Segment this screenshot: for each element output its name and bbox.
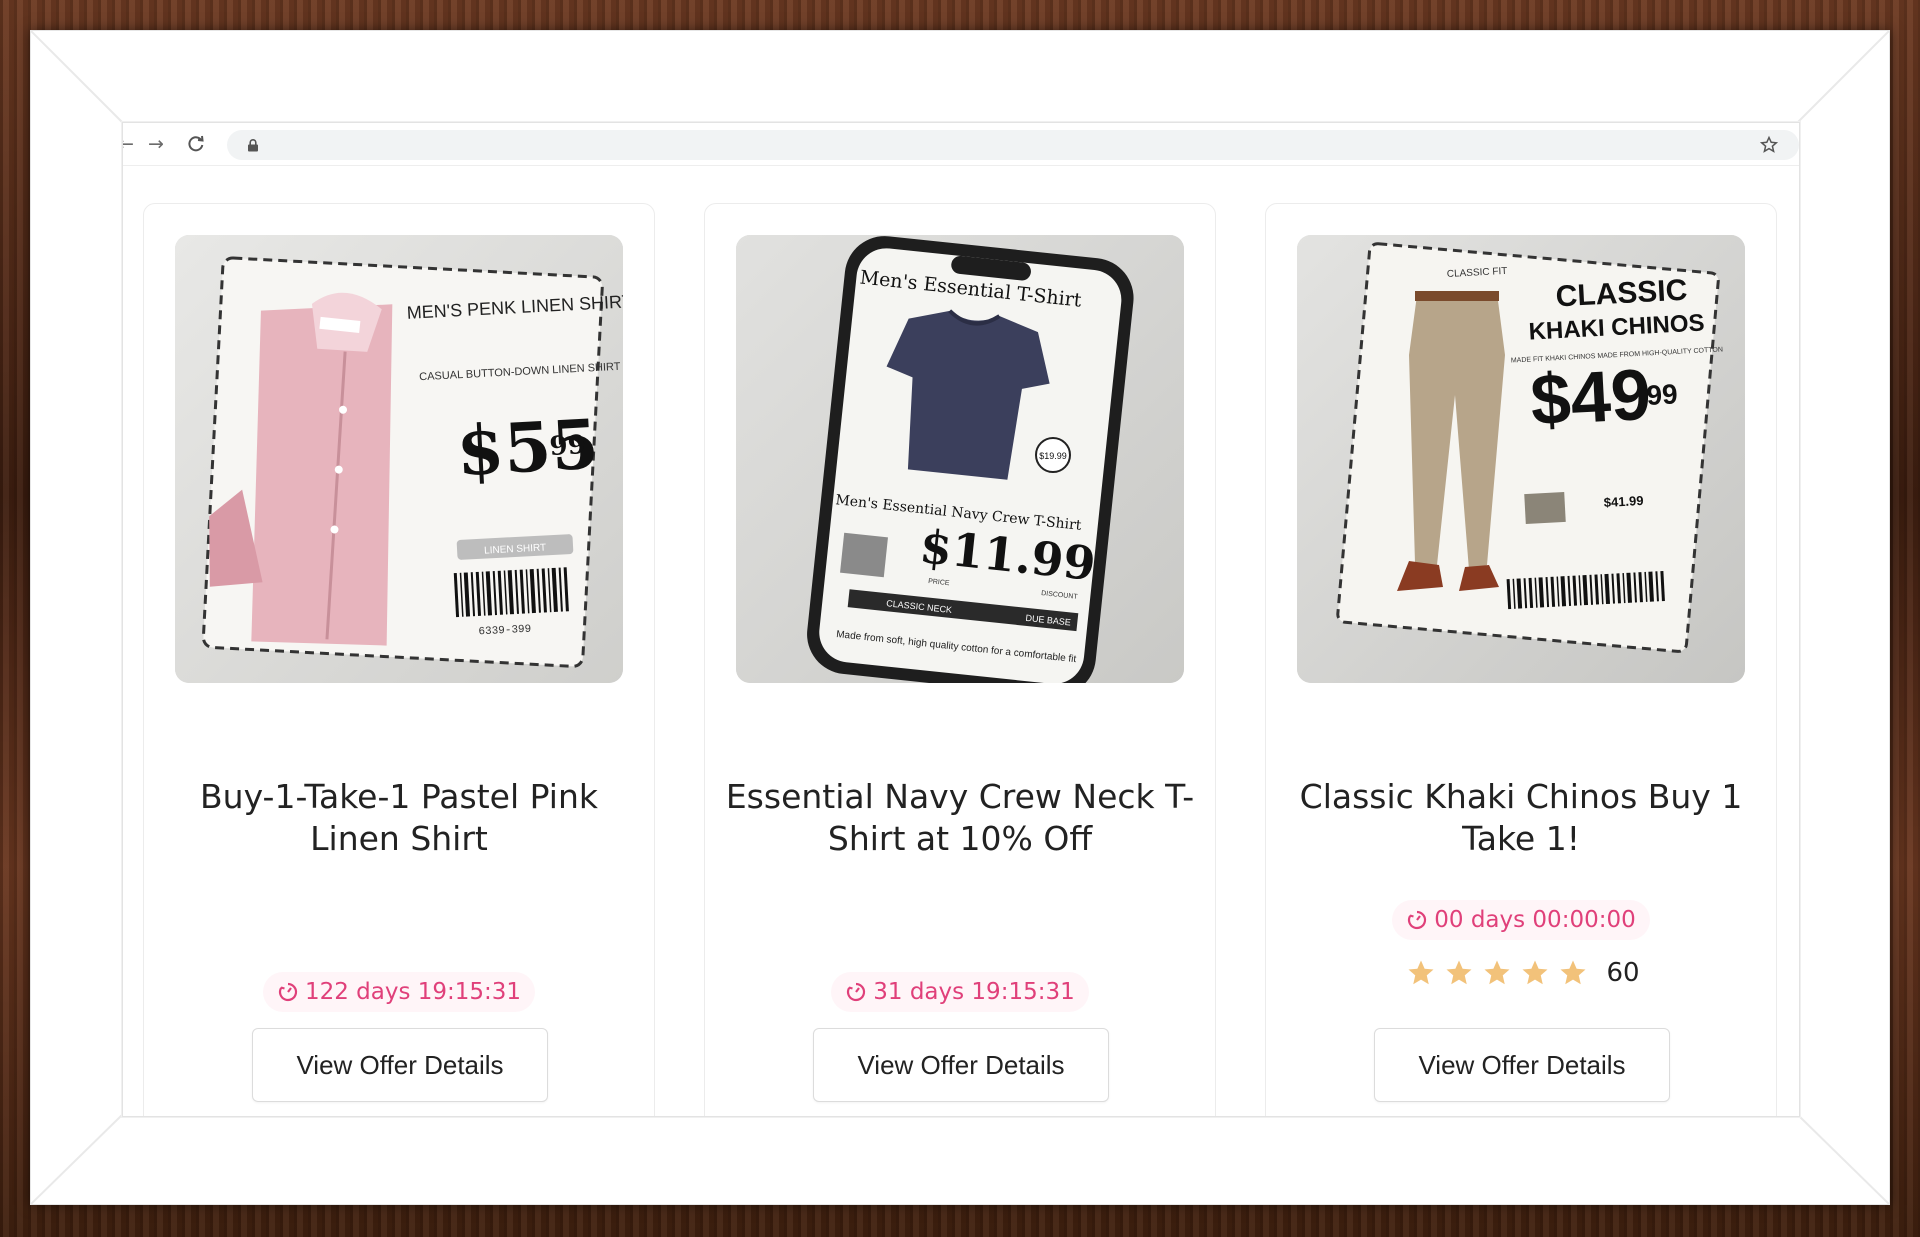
star-rating: 60 (1266, 952, 1776, 992)
timer-icon (278, 982, 297, 1002)
star-icon (1560, 960, 1586, 984)
countdown-timer: 31 days 19:15:31 (705, 972, 1215, 1012)
image-price-cents: 99 (549, 430, 587, 462)
timer-text: 00 days 00:00:00 (1434, 907, 1636, 933)
timer-icon (847, 982, 866, 1002)
offer-image: MEN'S PENK LINEN SHIRT CASUAL BUTTON-DOW… (175, 235, 623, 683)
forward-icon[interactable]: → (143, 131, 169, 157)
offer-title: Essential Navy Crew Neck T-Shirt at 10% … (725, 777, 1195, 858)
view-offer-details-button[interactable]: View Offer Details (813, 1028, 1109, 1102)
bookmark-star-icon[interactable] (1759, 135, 1779, 155)
star-icon (1522, 960, 1548, 984)
offers-grid: MEN'S PENK LINEN SHIRT CASUAL BUTTON-DOW… (123, 165, 1799, 1116)
image-heading-1: CLASSIC (1555, 274, 1688, 314)
view-offer-details-button[interactable]: View Offer Details (1374, 1028, 1670, 1102)
stars-container (1402, 960, 1592, 984)
star-icon (1408, 960, 1434, 984)
offer-card: Men's Essential T-Shirt $19.99 Men's Ess… (704, 203, 1216, 1116)
timer-icon (1408, 910, 1427, 930)
image-badge: $19.99 (1039, 451, 1067, 461)
image-small-price: $41.99 (1603, 493, 1643, 510)
countdown-timer: 00 days 00:00:00 (1266, 900, 1776, 940)
offer-card: MEN'S PENK LINEN SHIRT CASUAL BUTTON-DOW… (143, 203, 655, 1116)
timer-text: 31 days 19:15:31 (873, 979, 1075, 1005)
reload-icon[interactable] (183, 131, 209, 157)
back-icon[interactable]: ← (123, 131, 139, 157)
image-price: $49 (1529, 355, 1653, 441)
address-bar[interactable] (227, 130, 1799, 160)
star-icon (1484, 960, 1510, 984)
view-offer-details-button[interactable]: View Offer Details (252, 1028, 548, 1102)
rating-count: 60 (1606, 957, 1640, 988)
offer-card: CLASSIC FIT CLASSIC KHAKI CHINOS MADE FI… (1265, 203, 1777, 1116)
lock-icon (248, 139, 258, 152)
timer-text: 122 days 19:15:31 (304, 979, 522, 1005)
offer-title: Buy-1-Take-1 Pastel Pink Linen Shirt (200, 777, 598, 858)
countdown-timer: 122 days 19:15:31 (144, 972, 654, 1012)
image-price-cents: 99 (1646, 378, 1679, 411)
browser-toolbar: ← → (123, 123, 1799, 166)
offer-title: Classic Khaki Chinos Buy 1 Take 1! (1299, 777, 1743, 858)
offer-image: CLASSIC FIT CLASSIC KHAKI CHINOS MADE FI… (1297, 235, 1745, 683)
star-icon (1446, 960, 1472, 984)
browser-window: ← → (122, 122, 1800, 1117)
offer-image: Men's Essential T-Shirt $19.99 Men's Ess… (736, 235, 1184, 683)
